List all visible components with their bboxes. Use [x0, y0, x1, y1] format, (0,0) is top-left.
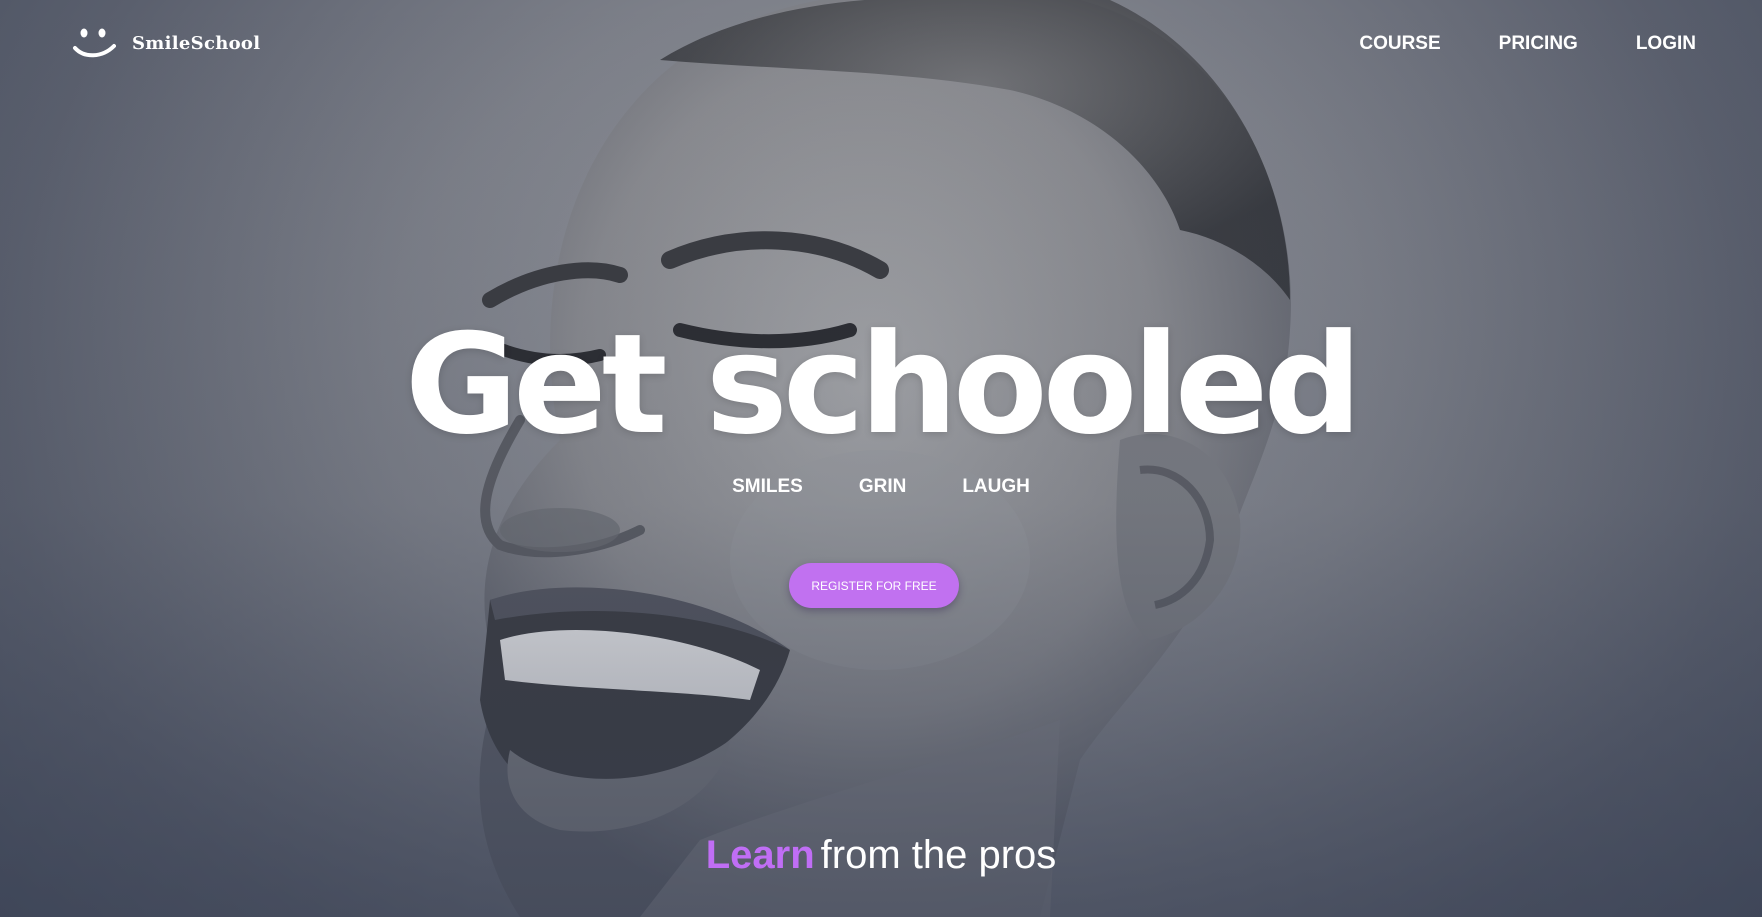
- brand-name: SmileSchool: [132, 32, 261, 54]
- nav-login-link[interactable]: LOGIN: [1636, 33, 1696, 55]
- register-button[interactable]: REGISTER FOR FREE: [789, 563, 959, 608]
- hero-tags: SMILES GRIN LAUGH: [0, 476, 1762, 498]
- hero-section: SmileSchool COURSE PRICING LOGIN Get sch…: [0, 0, 1762, 917]
- nav-course-link[interactable]: COURSE: [1359, 33, 1440, 55]
- subheadline-rest: from the pros: [820, 833, 1057, 877]
- top-navbar: SmileSchool COURSE PRICING LOGIN: [0, 0, 1762, 90]
- smiley-face-icon: [73, 28, 116, 58]
- nav-pricing-link[interactable]: PRICING: [1499, 33, 1578, 55]
- tag-grin[interactable]: GRIN: [859, 476, 907, 498]
- tag-laugh[interactable]: LAUGH: [962, 476, 1030, 498]
- nav-links: COURSE PRICING LOGIN: [1301, 33, 1696, 55]
- hero-headline: Get schooled: [404, 304, 1362, 465]
- brand-home-link[interactable]: SmileSchool: [72, 26, 260, 60]
- section-subheadline: Learn from the pros: [0, 830, 1762, 880]
- subheadline-emphasis: Learn: [705, 833, 815, 877]
- tag-smiles[interactable]: SMILES: [732, 476, 803, 498]
